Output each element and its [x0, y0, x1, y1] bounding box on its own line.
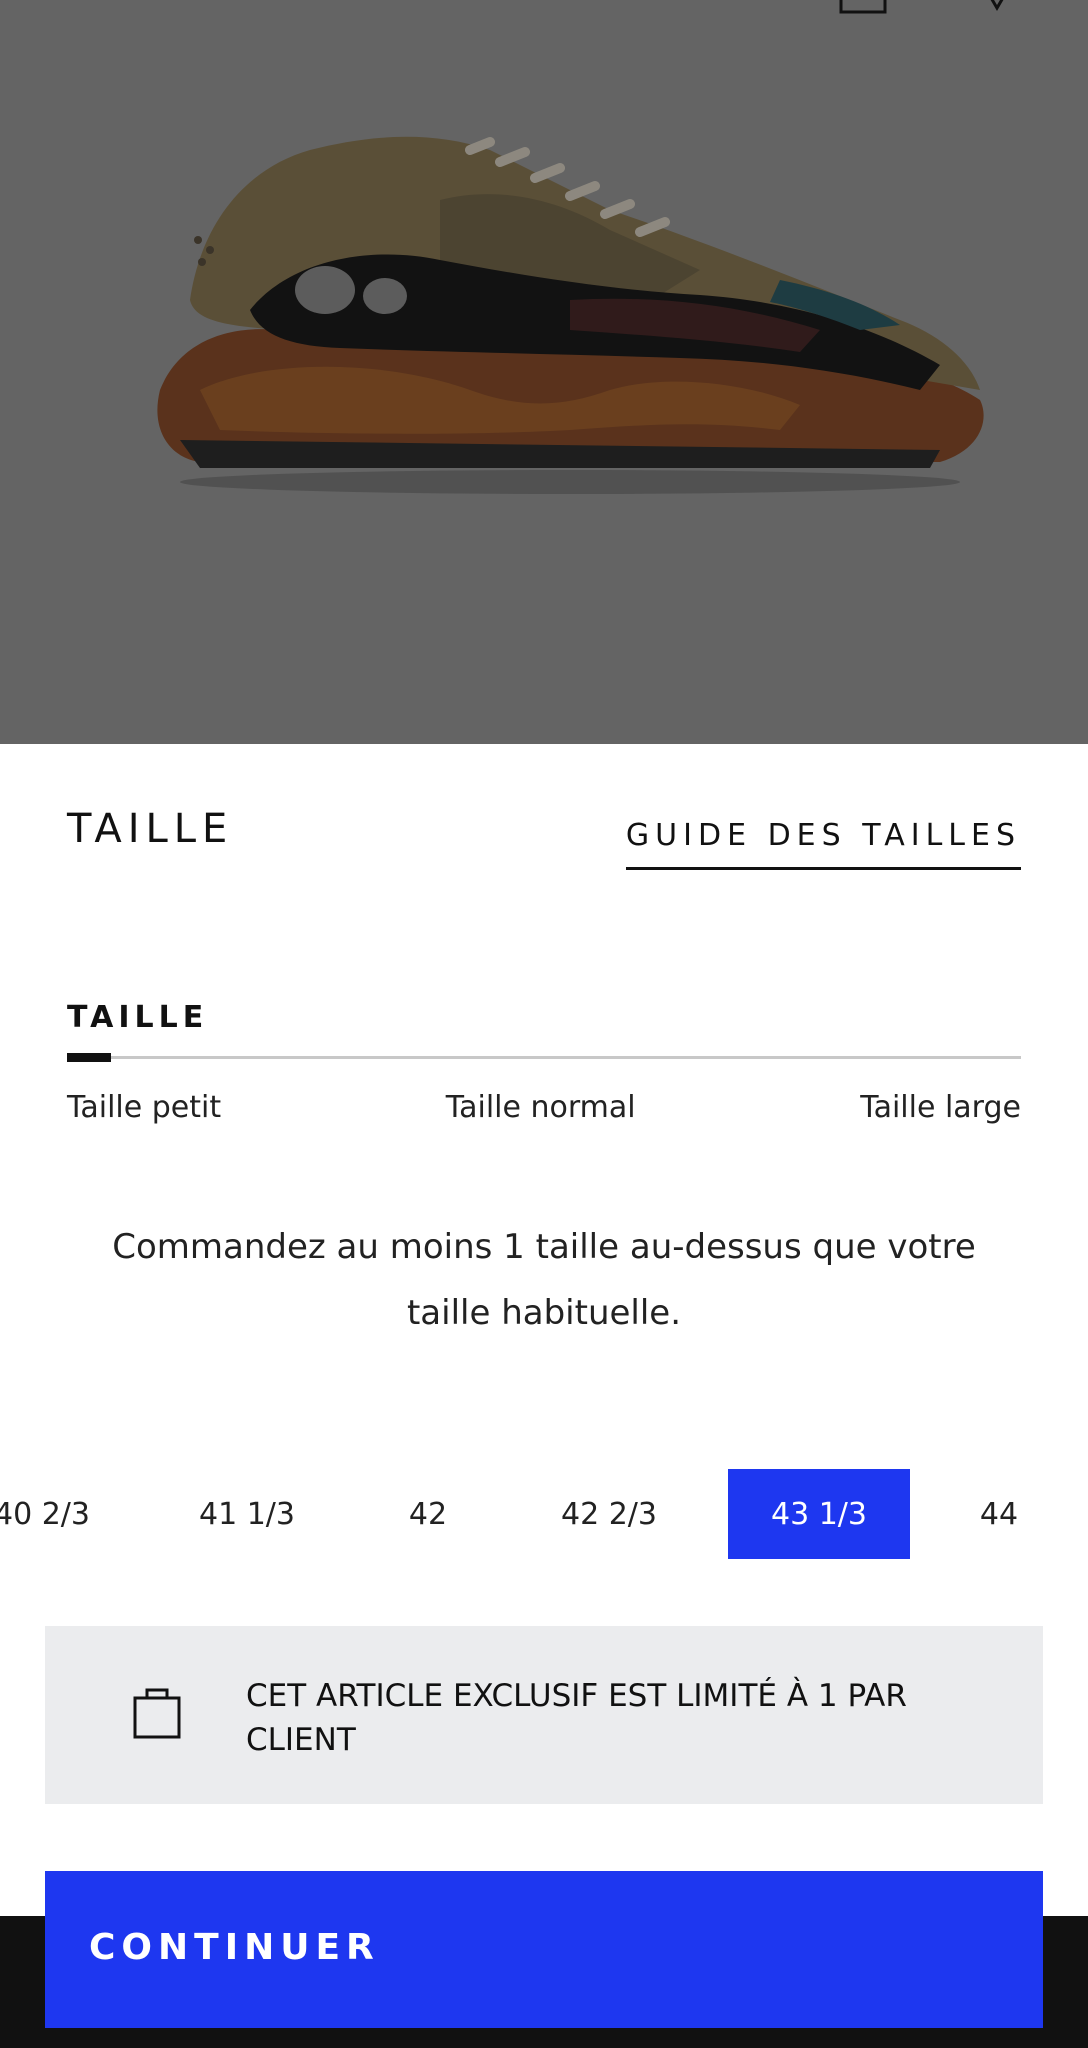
close-icon[interactable] — [972, 0, 1022, 14]
product-image-area — [0, 0, 1088, 744]
size-selection-sheet: TAILLE GUIDE DES TAILLES TAILLE Taille p… — [0, 744, 1088, 2048]
bag-icon[interactable] — [838, 0, 888, 14]
size-option[interactable]: 44 — [908, 1469, 1088, 1559]
size-selector: 40 2/3 41 1/3 42 42 2/3 43 1/3 44 — [0, 1469, 1088, 1559]
fit-label: TAILLE — [67, 1000, 209, 1035]
fit-recommendation: Commandez au moins 1 taille au-dessus qu… — [112, 1227, 976, 1333]
size-option-selected[interactable]: 43 1/3 — [728, 1469, 910, 1559]
fit-indicator — [67, 1053, 111, 1062]
size-option[interactable]: 42 — [337, 1469, 519, 1559]
fit-option-normal: Taille normal — [445, 1090, 636, 1125]
shopping-bag-icon — [133, 1688, 181, 1739]
size-option[interactable]: 42 2/3 — [518, 1469, 700, 1559]
continue-button-label: CONTINUER — [89, 1927, 380, 1968]
size-option[interactable]: 41 1/3 — [156, 1469, 338, 1559]
fit-option-large: Taille large — [860, 1090, 1021, 1125]
purchase-limit-notice: CET ARTICLE EXCLUSIF EST LIMITÉ À 1 PAR … — [45, 1626, 1043, 1804]
modal-backdrop[interactable] — [0, 0, 1088, 744]
continue-button[interactable]: CONTINUER — [45, 1871, 1043, 2028]
fit-scale-track — [67, 1053, 1021, 1062]
size-guide-link[interactable]: GUIDE DES TAILLES — [625, 818, 1021, 870]
fit-scale-labels: Taille petit Taille normal Taille large — [67, 1090, 1021, 1125]
fit-option-small: Taille petit — [67, 1090, 222, 1125]
sheet-title: TAILLE — [67, 806, 234, 852]
purchase-limit-text: CET ARTICLE EXCLUSIF EST LIMITÉ À 1 PAR … — [246, 1678, 907, 1758]
size-option[interactable]: 40 2/3 — [0, 1469, 133, 1559]
